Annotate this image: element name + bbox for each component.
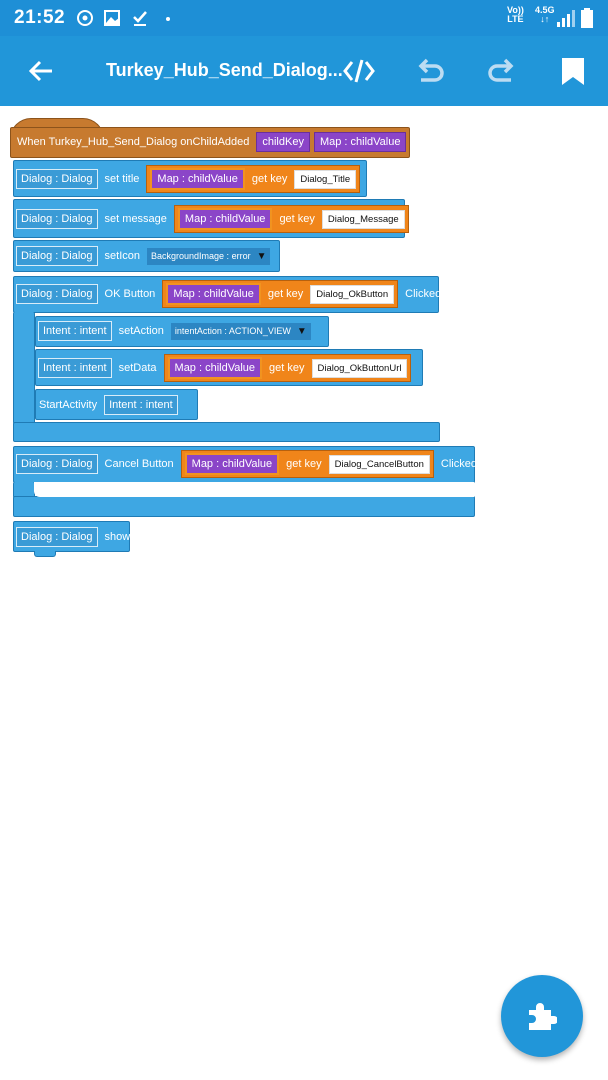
key-input[interactable]: Dialog_Title	[294, 169, 357, 189]
event-label: When Turkey_Hub_Send_Dialog onChildAdded	[17, 136, 250, 148]
get-key-label: get key	[269, 362, 305, 374]
arrow-left-icon[interactable]	[24, 54, 58, 88]
sync-icon	[77, 10, 93, 26]
map-child-value[interactable]: Map : childValue	[184, 453, 280, 475]
method-label: set title	[104, 173, 140, 185]
empty-slot[interactable]	[34, 482, 474, 497]
image-icon	[104, 10, 120, 26]
method-label: setAction	[118, 325, 164, 337]
method-label: StartActivity	[39, 399, 98, 411]
undo-icon[interactable]	[413, 54, 447, 88]
component-intent[interactable]: Intent : intent	[38, 321, 112, 341]
event-label: Cancel Button	[104, 458, 174, 470]
bookmark-icon[interactable]	[556, 54, 590, 88]
component-intent[interactable]: Intent : intent	[104, 395, 178, 415]
check-download-icon	[133, 11, 147, 26]
param-child-key[interactable]: childKey	[256, 132, 310, 152]
block-ok-button-arm	[13, 312, 35, 424]
component-dialog[interactable]: Dialog : Dialog	[16, 169, 98, 189]
clicked-label: Clicked	[440, 458, 477, 470]
dropdown-arrow-icon: ▼	[256, 250, 267, 262]
component-dialog[interactable]: Dialog : Dialog	[16, 284, 98, 304]
get-key-label: get key	[286, 458, 322, 470]
get-key-block[interactable]: Map : childValue get key Dialog_OkButton	[162, 280, 399, 308]
get-key-block[interactable]: Map : childValue get key Dialog_OkButton…	[163, 354, 412, 382]
component-dialog[interactable]: Dialog : Dialog	[16, 527, 98, 547]
map-child-value[interactable]: Map : childValue	[177, 208, 273, 230]
get-key-label: get key	[267, 288, 304, 300]
param-child-value[interactable]: Map : childValue	[313, 132, 407, 152]
map-child-value[interactable]: Map : childValue	[150, 168, 245, 190]
key-input[interactable]: Dialog_CancelButton	[328, 454, 430, 474]
battery-icon	[581, 8, 593, 28]
status-time: 21:52	[14, 7, 66, 28]
volte-indicator: Vo)) LTE	[507, 5, 524, 24]
clicked-label: Clicked	[405, 288, 442, 300]
method-label: set message	[104, 213, 167, 225]
dot-icon	[166, 17, 170, 21]
get-key-label: get key	[251, 173, 288, 185]
block-cancel-button-bottom	[13, 496, 475, 517]
event-label: OK Button	[104, 288, 156, 300]
network-type: 4.5G ↓↑	[535, 5, 555, 24]
get-key-label: get key	[279, 213, 315, 225]
key-input[interactable]: Dialog_OkButton	[310, 284, 395, 304]
puzzle-piece-icon	[529, 1003, 557, 1030]
component-dialog[interactable]: Dialog : Dialog	[16, 246, 98, 266]
map-child-value[interactable]: Map : childValue	[167, 357, 263, 379]
dropdown-arrow-icon: ▼	[296, 325, 307, 337]
block-connector	[34, 551, 56, 557]
method-label: show	[104, 531, 131, 543]
map-child-value[interactable]: Map : childValue	[166, 283, 261, 305]
redo-icon[interactable]	[485, 54, 519, 88]
signal-icon	[557, 10, 575, 27]
component-intent[interactable]: Intent : intent	[38, 358, 112, 378]
app-toolbar: Turkey_Hub_Send_Dialog...	[0, 36, 608, 106]
page-title: Turkey_Hub_Send_Dialog...	[106, 60, 343, 80]
add-block-fab[interactable]	[501, 975, 583, 1057]
block-ok-button-bottom	[13, 422, 440, 442]
key-input[interactable]: Dialog_OkButtonUrl	[311, 358, 408, 378]
get-key-block[interactable]: Map : childValue get key Dialog_Message	[173, 205, 409, 233]
get-key-block[interactable]: Map : childValue get key Dialog_CancelBu…	[180, 450, 434, 478]
background-image-dropdown[interactable]: BackgroundImage : error ▼	[147, 247, 271, 265]
key-input[interactable]: Dialog_Message	[321, 209, 405, 229]
method-label: setData	[118, 362, 157, 374]
component-dialog[interactable]: Dialog : Dialog	[16, 209, 98, 229]
status-bar: 21:52 Vo)) LTE 4.5G ↓↑	[0, 0, 608, 36]
get-key-block[interactable]: Map : childValue get key Dialog_Title	[146, 165, 361, 193]
intent-action-dropdown[interactable]: intentAction : ACTION_VIEW ▼	[170, 322, 311, 340]
component-dialog[interactable]: Dialog : Dialog	[16, 454, 98, 474]
code-icon[interactable]	[342, 54, 376, 88]
method-label: setIcon	[104, 250, 141, 262]
